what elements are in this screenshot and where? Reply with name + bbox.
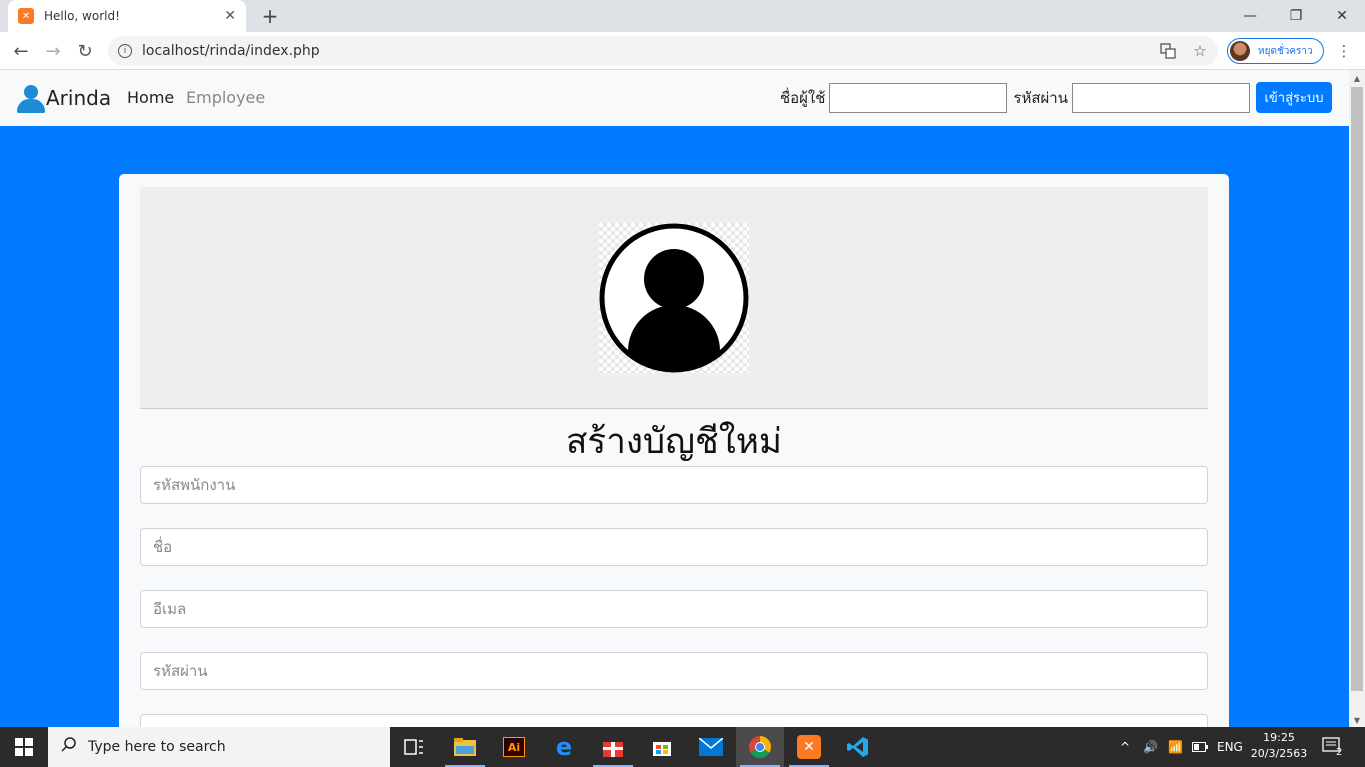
search-placeholder: Type here to search [88,739,226,755]
site-navbar: Arinda Home Employee ชื่อผู้ใช้ รหัสผ่าน… [0,70,1349,126]
vscode-icon[interactable] [834,727,882,767]
search-icon [60,736,78,758]
page-scrollbar[interactable]: ▲ ▼ [1349,70,1365,728]
taskbar-search[interactable]: Type here to search [48,727,390,767]
browser-toolbar: ← → ↻ i localhost/rinda/index.php ☆ หยุด… [0,32,1365,70]
login-form: ชื่อผู้ใช้ รหัสผ่าน เข้าสู่ระบบ [780,82,1332,113]
info-icon[interactable]: i [118,44,132,58]
bookmark-star-icon[interactable]: ☆ [1189,40,1211,62]
close-window-button[interactable]: ✕ [1319,0,1365,32]
clock-time: 19:25 [1263,731,1295,744]
network-icon[interactable]: 📶 [1168,727,1183,767]
nav-employee[interactable]: Employee [186,88,265,107]
notification-count: 2 [1336,746,1343,758]
scroll-down-icon[interactable]: ▼ [1349,712,1365,728]
password-label: รหัสผ่าน [1013,88,1068,107]
volume-icon[interactable]: 🔊 [1143,727,1158,767]
brand[interactable]: Arinda [16,84,112,113]
clock[interactable]: 19:25 20/3/2563 [1250,730,1308,762]
username-input[interactable] [829,82,1008,113]
menu-kebab-icon[interactable]: ⋮ [1333,40,1355,62]
file-explorer-icon[interactable] [441,727,489,767]
name-field[interactable]: ชื่อ [140,528,1208,566]
page-title: สร้างบัญชีใหม่ [566,422,782,462]
card-image-area [140,187,1208,409]
edge-icon[interactable]: e [540,727,588,767]
xampp-favicon-icon: ✕ [18,8,34,24]
back-icon[interactable]: ← [8,38,34,64]
windows-start-icon[interactable] [0,727,48,767]
profile-name: หยุดชั่วคราว [1258,45,1313,57]
username-label: ชื่อผู้ใช้ [779,88,826,107]
scroll-up-icon[interactable]: ▲ [1349,70,1365,86]
user-icon [16,84,45,113]
clock-date: 20/3/2563 [1250,747,1308,760]
browser-tab-strip: ✕ Hello, world! ✕ + — ❐ ✕ [0,0,1365,32]
nav-home[interactable]: Home [127,88,174,107]
employee-id-field[interactable]: รหัสพนักงาน [140,466,1208,504]
profile-button[interactable]: หยุดชั่วคราว [1227,38,1324,64]
browser-tab[interactable]: ✕ Hello, world! ✕ [8,0,246,32]
mail-icon[interactable] [687,727,735,767]
illustrator-icon[interactable]: Ai [490,727,538,767]
gift-app-icon[interactable] [589,727,637,767]
forward-icon[interactable]: → [40,38,66,64]
store-icon[interactable] [638,727,686,767]
translate-icon[interactable] [1157,40,1179,62]
close-tab-icon[interactable]: ✕ [224,8,236,24]
xampp-icon[interactable]: ✕ [785,727,833,767]
tab-title: Hello, world! [44,9,120,23]
new-tab-button[interactable]: + [258,4,282,28]
login-button[interactable]: เข้าสู่ระบบ [1256,82,1332,113]
windows-taskbar: Type here to search Ai e ✕ ^ 🔊 📶 ENG 19:… [0,727,1365,767]
battery-icon[interactable] [1192,727,1208,767]
chrome-icon[interactable] [736,727,784,767]
restore-button[interactable]: ❐ [1273,0,1319,32]
notification-icon[interactable]: 2 [1322,727,1342,767]
brand-text: Arinda [46,86,112,110]
language-indicator[interactable]: ENG [1217,727,1243,767]
password-input[interactable] [1072,82,1250,113]
password-field[interactable]: รหัสผ่าน [140,652,1208,690]
url-text[interactable]: localhost/rinda/index.php [142,43,320,59]
address-bar[interactable]: i localhost/rinda/index.php [108,36,1218,66]
scrollbar-thumb[interactable] [1351,87,1363,691]
reload-icon[interactable]: ↻ [72,38,98,64]
register-card: สร้างบัญชีใหม่ รหัสพนักงาน ชื่อ อีเมล รห… [119,174,1229,752]
task-view-icon[interactable] [390,727,438,767]
avatar [1230,41,1250,61]
profile-placeholder-icon [599,223,749,373]
show-hidden-icons[interactable]: ^ [1120,727,1130,767]
minimize-button[interactable]: — [1227,0,1273,32]
email-field[interactable]: อีเมล [140,590,1208,628]
